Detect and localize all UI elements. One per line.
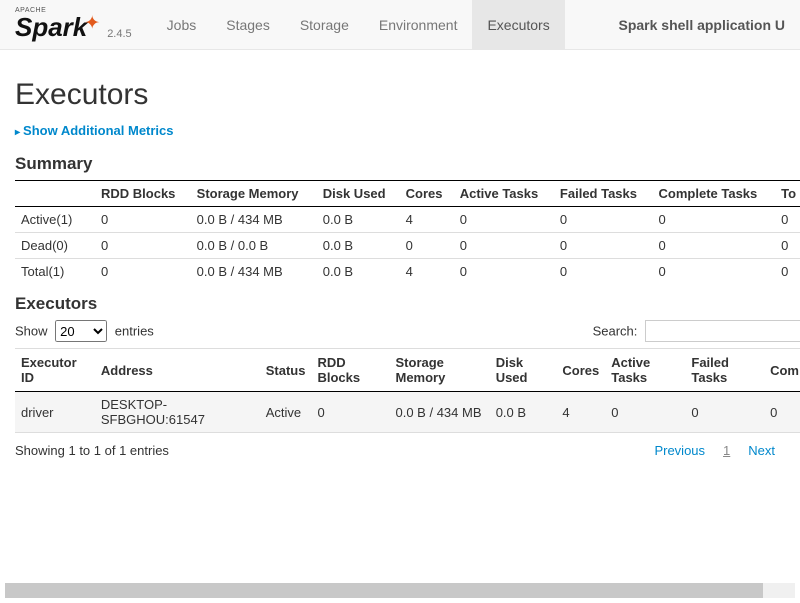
entries-label: entries [115, 324, 154, 339]
search-input[interactable] [645, 320, 800, 342]
nav-tabs: Jobs Stages Storage Environment Executor… [152, 0, 565, 49]
brand-logo[interactable]: APACHE Spark✦ 2.4.5 [15, 7, 132, 42]
brand-version: 2.4.5 [107, 28, 131, 42]
page-title: Executors [15, 78, 800, 112]
summary-header[interactable]: Complete Tasks [653, 181, 776, 207]
pager: Previous 1 Next [654, 443, 775, 458]
showing-entries-text: Showing 1 to 1 of 1 entries [15, 443, 169, 458]
summary-row-dead: Dead(0) 0 0.0 B / 0.0 B 0.0 B 0 0 0 0 0 [15, 233, 800, 259]
table-footer: Showing 1 to 1 of 1 entries Previous 1 N… [15, 443, 800, 458]
scrollbar-thumb[interactable] [5, 583, 763, 598]
summary-row-active: Active(1) 0 0.0 B / 434 MB 0.0 B 4 0 0 0… [15, 207, 800, 233]
tab-environment[interactable]: Environment [364, 0, 473, 49]
exec-header[interactable]: Com [764, 349, 800, 392]
executors-heading: Executors [15, 294, 800, 314]
summary-header[interactable]: Storage Memory [191, 181, 317, 207]
summary-table: RDD Blocks Storage Memory Disk Used Core… [15, 180, 800, 284]
exec-header[interactable]: Active Tasks [605, 349, 685, 392]
exec-header[interactable]: Status [260, 349, 312, 392]
exec-header[interactable]: Address [95, 349, 260, 392]
pager-previous[interactable]: Previous [654, 443, 705, 458]
show-additional-metrics-link[interactable]: Show Additional Metrics [15, 123, 174, 138]
exec-header[interactable]: RDD Blocks [311, 349, 389, 392]
tab-executors[interactable]: Executors [472, 0, 564, 49]
exec-header[interactable]: Failed Tasks [685, 349, 764, 392]
executors-table: Executor ID Address Status RDD Blocks St… [15, 348, 800, 433]
summary-header[interactable]: RDD Blocks [95, 181, 191, 207]
summary-row-total: Total(1) 0 0.0 B / 434 MB 0.0 B 4 0 0 0 … [15, 259, 800, 285]
spark-star-icon: ✦ [84, 13, 100, 34]
exec-header[interactable]: Executor ID [15, 349, 95, 392]
tab-stages[interactable]: Stages [211, 0, 285, 49]
app-name: Spark shell application U [619, 17, 786, 33]
exec-header[interactable]: Storage Memory [390, 349, 490, 392]
exec-header[interactable]: Disk Used [490, 349, 557, 392]
executor-row: driver DESKTOP-SFBGHOU:61547 Active 0 0.… [15, 392, 800, 433]
tab-storage[interactable]: Storage [285, 0, 364, 49]
summary-header[interactable]: Active Tasks [454, 181, 554, 207]
navbar: APACHE Spark✦ 2.4.5 Jobs Stages Storage … [0, 0, 800, 50]
page-size-select[interactable]: 20 [55, 320, 107, 342]
summary-header[interactable]: Disk Used [317, 181, 400, 207]
pager-current-page[interactable]: 1 [723, 443, 730, 458]
show-label: Show [15, 324, 48, 339]
summary-header[interactable] [15, 181, 95, 207]
summary-header[interactable]: To [775, 181, 800, 207]
summary-heading: Summary [15, 154, 800, 174]
brand-name: Spark [15, 12, 87, 42]
summary-header[interactable]: Failed Tasks [554, 181, 653, 207]
table-controls: Show 20 entries Search: [15, 320, 800, 342]
exec-header[interactable]: Cores [556, 349, 605, 392]
search-label: Search: [593, 324, 638, 339]
horizontal-scrollbar[interactable] [5, 583, 795, 598]
tab-jobs[interactable]: Jobs [152, 0, 212, 49]
pager-next[interactable]: Next [748, 443, 775, 458]
summary-header[interactable]: Cores [400, 181, 454, 207]
